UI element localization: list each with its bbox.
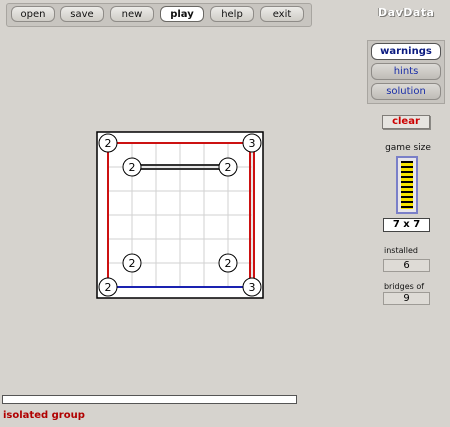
island-value: 3 <box>249 137 256 150</box>
bridges-of-label: bridges of <box>383 282 425 291</box>
app-logo: DavData <box>378 6 435 19</box>
warnings-button[interactable]: warnings <box>371 43 441 60</box>
status-message: isolated group <box>3 410 85 421</box>
game-size-value: 7 x 7 <box>383 218 430 232</box>
clear-button[interactable]: clear <box>382 115 430 129</box>
game-size-label: game size <box>385 143 431 153</box>
progress-bar <box>2 395 297 404</box>
new-button[interactable]: new <box>110 6 154 22</box>
island-value: 2 <box>129 161 136 174</box>
solution-button[interactable]: solution <box>371 83 441 100</box>
installed-label: installed <box>384 246 418 255</box>
help-button[interactable]: help <box>210 6 254 22</box>
island-value: 3 <box>249 281 256 294</box>
island-value: 2 <box>225 257 232 270</box>
slider-track <box>401 161 413 209</box>
island-value: 2 <box>129 257 136 270</box>
options-panel: warnings hints solution <box>367 40 445 104</box>
hints-button[interactable]: hints <box>371 63 441 80</box>
bridges-total-value: 9 <box>383 292 430 305</box>
toolbar: open save new play help exit <box>6 3 312 27</box>
island-value: 2 <box>105 137 112 150</box>
island-value: 2 <box>225 161 232 174</box>
island-value: 2 <box>105 281 112 294</box>
save-button[interactable]: save <box>60 6 104 22</box>
open-button[interactable]: open <box>11 6 55 22</box>
play-button[interactable]: play <box>160 6 204 22</box>
exit-button[interactable]: exit <box>260 6 304 22</box>
installed-value: 6 <box>383 259 430 272</box>
game-board[interactable]: 2 3 2 2 2 2 2 3 <box>96 131 264 299</box>
game-size-slider[interactable] <box>396 156 418 214</box>
